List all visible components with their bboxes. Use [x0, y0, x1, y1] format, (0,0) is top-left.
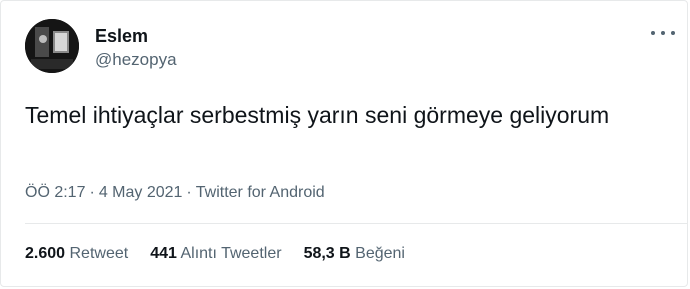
stat-label: Alıntı Tweetler	[180, 245, 282, 262]
stat-value: 2.600	[25, 245, 66, 262]
tweet-time[interactable]: ÖÖ 2:17	[25, 184, 85, 201]
more-horizontal-icon[interactable]	[651, 23, 675, 43]
stat-label: Retweet	[69, 245, 129, 262]
quote-tweet-count[interactable]: 441 Alıntı Tweetler	[150, 243, 281, 265]
tweet-source[interactable]: Twitter for Android	[196, 184, 325, 201]
stat-value: 441	[150, 245, 177, 262]
author-handle[interactable]: @hezopya	[95, 49, 177, 71]
dot	[661, 31, 665, 35]
stat-label: Beğeni	[355, 245, 405, 262]
like-count[interactable]: 58,3 B Beğeni	[304, 243, 405, 265]
meta-separator: ·	[186, 184, 192, 201]
tweet-meta: ÖÖ 2:17 · 4 May 2021 · Twitter for Android	[25, 182, 325, 204]
tweet-stats: 2.600 Retweet 441 Alıntı Tweetler 58,3 B…	[25, 243, 427, 265]
tweet-card: Eslem @hezopya Temel ihtiyaçlar serbestm…	[0, 0, 688, 287]
divider	[25, 223, 687, 224]
retweet-count[interactable]: 2.600 Retweet	[25, 243, 128, 265]
stat-value: 58,3 B	[303, 245, 351, 262]
meta-separator: ·	[89, 184, 95, 201]
tweet-text: Temel ihtiyaçlar serbestmiş yarın seni g…	[25, 102, 610, 128]
avatar-image	[25, 19, 79, 73]
author-name[interactable]: Eslem	[95, 25, 148, 47]
dot	[671, 31, 675, 35]
avatar[interactable]	[25, 19, 79, 73]
tweet-date[interactable]: 4 May 2021	[99, 184, 183, 201]
dot	[651, 31, 655, 35]
